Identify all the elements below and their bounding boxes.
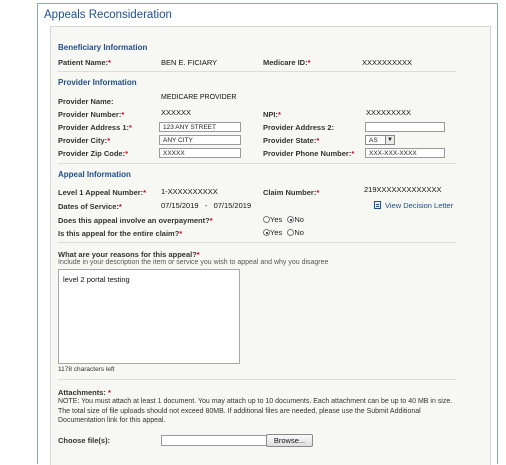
beneficiary-heading: Beneficiary Information bbox=[58, 43, 148, 52]
provider-state-label: Provider State:* bbox=[263, 136, 320, 145]
divider bbox=[58, 71, 456, 72]
npi-label: NPI:* bbox=[263, 110, 281, 119]
browse-button[interactable]: Browse... bbox=[266, 434, 313, 447]
appeal-heading: Appeal Information bbox=[58, 170, 131, 179]
reasons-question: What are your reasons for this appeal?* bbox=[58, 250, 200, 259]
dates-of-service-label: Dates of Service:* bbox=[58, 202, 122, 211]
appeals-window: Appeals Reconsideration Beneficiary Info… bbox=[37, 3, 498, 465]
entire-claim-radio-group: Yes No bbox=[263, 228, 307, 237]
chevron-down-icon: ▼ bbox=[385, 136, 394, 144]
attachments-label: Attachments: * bbox=[58, 388, 111, 397]
provider-address2-input[interactable] bbox=[365, 122, 445, 132]
dates-of-service-value: 07/15/2019 - 07/15/2019 bbox=[161, 201, 252, 210]
entire-claim-yes-radio[interactable] bbox=[263, 229, 270, 236]
reasons-textarea[interactable]: level 2 portal testing bbox=[58, 269, 240, 364]
level1-appeal-label: Level 1 Appeal Number:* bbox=[58, 188, 147, 197]
patient-name-label: Patient Name:* bbox=[58, 58, 111, 67]
medicare-id-value: XXXXXXXXXX bbox=[362, 58, 413, 67]
divider bbox=[58, 163, 456, 164]
provider-number-label: Provider Number:* bbox=[58, 110, 125, 119]
provider-zip-label: Provider Zip Code:* bbox=[58, 149, 129, 158]
overpayment-question: Does this appeal involve an overpayment?… bbox=[58, 216, 213, 225]
reasons-hint: Include in your description the item or … bbox=[58, 259, 329, 266]
appeal-form-panel: Beneficiary Information Patient Name:* B… bbox=[50, 26, 491, 465]
provider-heading: Provider Information bbox=[58, 78, 137, 87]
level1-appeal-value: 1-XXXXXXXXXX bbox=[161, 187, 218, 196]
provider-address1-input[interactable]: 123 ANY STREET bbox=[159, 122, 241, 132]
overpayment-yes-radio[interactable] bbox=[263, 216, 270, 223]
provider-city-input[interactable]: ANY CITY bbox=[159, 135, 241, 145]
provider-city-label: Provider City:* bbox=[58, 136, 111, 145]
medicare-id-label: Medicare ID:* bbox=[263, 58, 311, 67]
document-icon bbox=[374, 201, 381, 209]
provider-name-label: Provider Name: bbox=[58, 97, 114, 106]
page-title: Appeals Reconsideration bbox=[44, 9, 172, 21]
provider-name-value: MEDICARE PROVIDER bbox=[161, 94, 237, 101]
provider-address1-label: Provider Address 1:* bbox=[58, 123, 132, 132]
provider-number-value: XXXXXX bbox=[161, 108, 192, 117]
provider-address2-label: Provider Address 2: bbox=[263, 123, 334, 132]
provider-phone-input[interactable]: XXX-XXX-XXXX bbox=[365, 148, 445, 158]
choose-files-label: Choose file(s): bbox=[58, 436, 111, 445]
entire-claim-question: Is this appeal for the entire claim?* bbox=[58, 229, 183, 238]
provider-phone-label: Provider Phone Number:* bbox=[263, 149, 355, 158]
npi-value: XXXXXXXXX bbox=[366, 108, 412, 117]
provider-zip-input[interactable]: XXXXX bbox=[159, 148, 241, 158]
patient-name-value: BEN E. FICIARY bbox=[161, 58, 218, 67]
divider bbox=[58, 242, 456, 243]
claim-number-value: 219XXXXXXXXXXXXX bbox=[364, 185, 442, 194]
claim-number-label: Claim Number:* bbox=[263, 188, 320, 197]
characters-left: 1178 characters left bbox=[58, 366, 115, 373]
provider-state-select[interactable]: AS ▼ bbox=[365, 135, 395, 145]
view-decision-link[interactable]: View Decision Letter bbox=[374, 201, 453, 210]
attachments-note: NOTE: You must attach at least 1 documen… bbox=[58, 398, 453, 424]
overpayment-radio-group: Yes No bbox=[263, 215, 307, 224]
divider bbox=[58, 379, 456, 380]
provider-state-value: AS bbox=[369, 137, 378, 144]
